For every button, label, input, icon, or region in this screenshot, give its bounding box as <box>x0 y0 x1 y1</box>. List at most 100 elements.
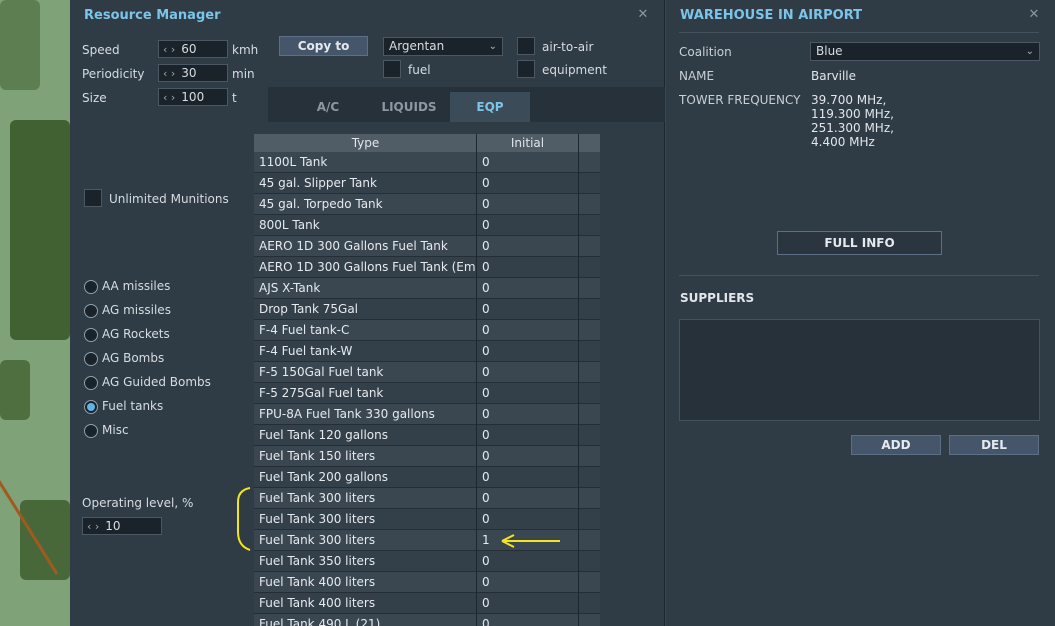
table-row[interactable]: F-5 150Gal Fuel tank 0 <box>254 362 600 383</box>
full-info-button[interactable]: FULL INFO <box>777 231 942 255</box>
suppliers-list[interactable] <box>679 319 1040 421</box>
table-row[interactable]: Fuel Tank 400 liters 0 <box>254 593 600 614</box>
table-row[interactable]: Drop Tank 75Gal 0 <box>254 299 600 320</box>
speed-label: Speed <box>82 43 120 57</box>
table-row[interactable]: Fuel Tank 490 L (21) 0 <box>254 614 600 626</box>
table-row[interactable]: Fuel Tank 400 liters 0 <box>254 572 600 593</box>
name-value: Barville <box>811 69 857 83</box>
annotation-overlay <box>237 487 560 551</box>
cell-initial[interactable]: 0 <box>482 362 578 383</box>
map-background[interactable] <box>0 0 70 626</box>
table-row[interactable]: F-4 Fuel tank-W 0 <box>254 341 600 362</box>
cell-type: Fuel Tank 490 L (21) <box>259 617 381 626</box>
radio-button[interactable] <box>84 352 98 366</box>
table-row[interactable]: FPU-8A Fuel Tank 330 gallons 0 <box>254 404 600 425</box>
equipment-checkbox[interactable] <box>517 60 535 78</box>
copy-to-button[interactable]: Copy to <box>279 36 368 56</box>
cell-initial[interactable]: 0 <box>482 278 578 299</box>
table-row[interactable]: 45 gal. Torpedo Tank 0 <box>254 194 600 215</box>
cell-initial[interactable]: 0 <box>482 383 578 404</box>
category-label: AG Rockets <box>102 327 170 341</box>
radio-button[interactable] <box>84 376 98 390</box>
radio-button[interactable] <box>84 304 98 318</box>
cell-initial[interactable]: 0 <box>482 299 578 320</box>
cell-type: FPU-8A Fuel Tank 330 gallons <box>259 407 435 421</box>
table-row[interactable]: F-5 275Gal Fuel tank 0 <box>254 383 600 404</box>
cell-initial[interactable]: 0 <box>482 173 578 194</box>
table-row[interactable]: Fuel Tank 150 liters 0 <box>254 446 600 467</box>
table-row[interactable]: AJS X-Tank 0 <box>254 278 600 299</box>
category-label: AG missiles <box>102 303 171 317</box>
table-row[interactable]: 45 gal. Slipper Tank 0 <box>254 173 600 194</box>
header-type[interactable]: Type <box>254 134 477 152</box>
cell-initial[interactable]: 0 <box>482 257 578 278</box>
category-label: Misc <box>102 423 129 437</box>
warehouse-title: WAREHOUSE IN AIRPORT <box>680 8 862 23</box>
cell-type: F-4 Fuel tank-C <box>259 323 350 337</box>
fuel-checkbox[interactable] <box>383 60 401 78</box>
cell-initial[interactable]: 0 <box>482 320 578 341</box>
size-stepper[interactable]: ‹ › 100 <box>158 88 228 106</box>
air-to-air-checkbox[interactable] <box>517 37 535 55</box>
tab-eqp[interactable]: EQP <box>450 92 530 122</box>
tab-ac[interactable]: A/C <box>288 92 368 122</box>
speed-stepper[interactable]: ‹ › 60 <box>158 40 228 58</box>
coalition-label: Coalition <box>679 45 732 59</box>
cell-initial[interactable]: 0 <box>482 404 578 425</box>
cell-initial[interactable]: 0 <box>482 593 578 614</box>
radio-button-selected[interactable] <box>84 400 98 414</box>
table-row[interactable]: AERO 1D 300 Gallons Fuel Tank 0 <box>254 236 600 257</box>
cell-initial[interactable]: 0 <box>482 236 578 257</box>
equipment-label: equipment <box>542 63 607 77</box>
stepper-arrows-icon[interactable]: ‹ › <box>163 91 175 104</box>
country-select[interactable]: Argentan ⌄ <box>383 37 503 56</box>
radio-button[interactable] <box>84 328 98 342</box>
unlimited-munitions-checkbox[interactable] <box>84 189 102 207</box>
close-icon[interactable]: ✕ <box>636 8 650 22</box>
close-icon[interactable]: ✕ <box>1027 8 1041 22</box>
table-row[interactable]: AERO 1D 300 Gallons Fuel Tank (Empty) 0 <box>254 257 600 278</box>
add-button[interactable]: ADD <box>851 435 941 455</box>
cell-initial[interactable]: 0 <box>482 215 578 236</box>
cell-type: AERO 1D 300 Gallons Fuel Tank (Empty) <box>259 260 477 274</box>
name-label: NAME <box>679 69 715 83</box>
coalition-select[interactable]: Blue ⌄ <box>810 42 1040 61</box>
periodicity-label: Periodicity <box>82 67 145 81</box>
table-row[interactable]: 1100L Tank 0 <box>254 152 600 173</box>
cell-initial[interactable]: 0 <box>482 341 578 362</box>
header-initial[interactable]: Initial <box>477 134 578 152</box>
tab-liquids[interactable]: LIQUIDS <box>369 92 449 122</box>
category-label: AG Bombs <box>102 351 165 365</box>
cell-initial[interactable]: 0 <box>482 425 578 446</box>
stepper-arrows-icon[interactable]: ‹ › <box>163 43 175 56</box>
cell-initial[interactable]: 0 <box>482 446 578 467</box>
radio-button[interactable] <box>84 280 98 294</box>
cell-type: 45 gal. Slipper Tank <box>259 176 377 190</box>
stepper-arrows-icon[interactable]: ‹ › <box>163 67 175 80</box>
table-row[interactable]: 800L Tank 0 <box>254 215 600 236</box>
del-button[interactable]: DEL <box>949 435 1039 455</box>
periodicity-stepper[interactable]: ‹ › 30 <box>158 64 228 82</box>
table-row[interactable]: Fuel Tank 120 gallons 0 <box>254 425 600 446</box>
cell-initial[interactable]: 0 <box>482 572 578 593</box>
cell-initial[interactable]: 0 <box>482 152 578 173</box>
coalition-value: Blue <box>816 44 843 58</box>
cell-type: 1100L Tank <box>259 155 328 169</box>
radio-button[interactable] <box>84 424 98 438</box>
cell-type: Fuel Tank 400 liters <box>259 596 376 610</box>
cell-initial[interactable]: 0 <box>482 194 578 215</box>
speed-unit: kmh <box>232 43 259 57</box>
annotation-bracket <box>237 487 251 551</box>
table-row[interactable]: F-4 Fuel tank-C 0 <box>254 320 600 341</box>
cell-initial[interactable]: 0 <box>482 614 578 626</box>
cell-type: Fuel Tank 400 liters <box>259 575 376 589</box>
cell-type: AERO 1D 300 Gallons Fuel Tank <box>259 239 448 253</box>
size-value: 100 <box>181 90 205 104</box>
stepper-arrows-icon[interactable]: ‹ › <box>87 520 99 533</box>
periodicity-value: 30 <box>181 66 197 80</box>
size-label: Size <box>82 91 107 105</box>
divider <box>679 32 1039 33</box>
tab-bar: A/C LIQUIDS EQP <box>268 87 665 122</box>
cell-type: F-5 275Gal Fuel tank <box>259 386 384 400</box>
operating-level-stepper[interactable]: ‹ › 10 <box>82 517 162 535</box>
